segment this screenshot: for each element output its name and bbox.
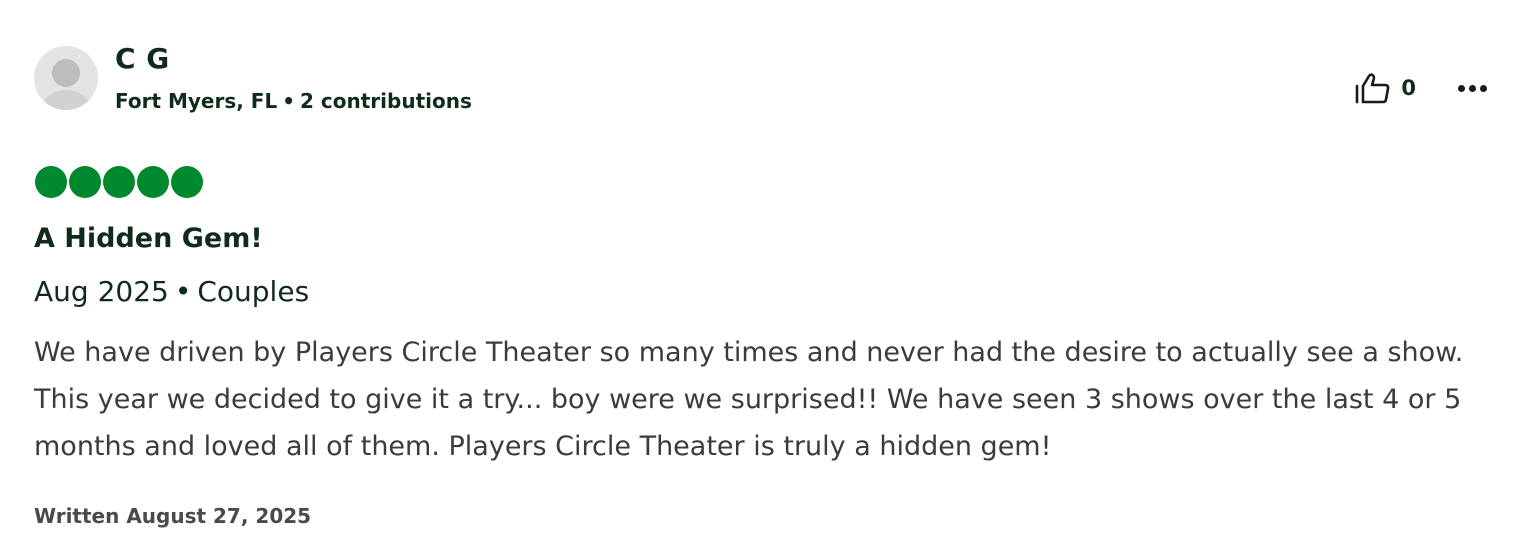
user-location: Fort Myers, FL	[115, 89, 278, 113]
more-options-dot	[1469, 84, 1476, 92]
meta-separator: •	[282, 89, 296, 113]
more-options-button[interactable]	[1458, 84, 1487, 92]
review-body: We have driven by Players Circle Theater…	[34, 337, 1464, 462]
review-visit-info: Aug 2025 • Couples	[34, 275, 309, 308]
rating-bubble-icon	[35, 166, 67, 198]
like-count: 0	[1401, 76, 1416, 100]
avatar-body-shape	[42, 90, 90, 110]
rating-bubble-icon	[137, 166, 169, 198]
review-card: C G Fort Myers, FL • 2 contributions 0 A H…	[0, 0, 1535, 545]
rating-bubble-icon	[103, 166, 135, 198]
written-date: Written August 27, 2025	[34, 504, 312, 528]
visit-separator: •	[174, 275, 192, 308]
rating-bubble-icon	[69, 166, 101, 198]
user-name[interactable]: C G	[115, 42, 170, 75]
user-avatar-icon[interactable]	[34, 46, 98, 110]
trip-type: Couples	[197, 275, 310, 308]
user-contributions: 2 contributions	[300, 89, 472, 113]
thumbs-up-icon	[1355, 72, 1391, 104]
review-title[interactable]: A Hidden Gem!	[34, 223, 263, 254]
like-button[interactable]: 0	[1355, 72, 1416, 104]
avatar-head-shape	[52, 59, 80, 87]
more-options-dot	[1480, 84, 1487, 92]
more-options-icon	[1458, 84, 1465, 92]
review-actions: 0	[1355, 68, 1487, 108]
rating-bubble-icon	[171, 166, 203, 198]
user-meta: Fort Myers, FL • 2 contributions	[115, 89, 472, 113]
rating-bubbles	[35, 166, 203, 198]
visit-date: Aug 2025	[34, 275, 169, 308]
